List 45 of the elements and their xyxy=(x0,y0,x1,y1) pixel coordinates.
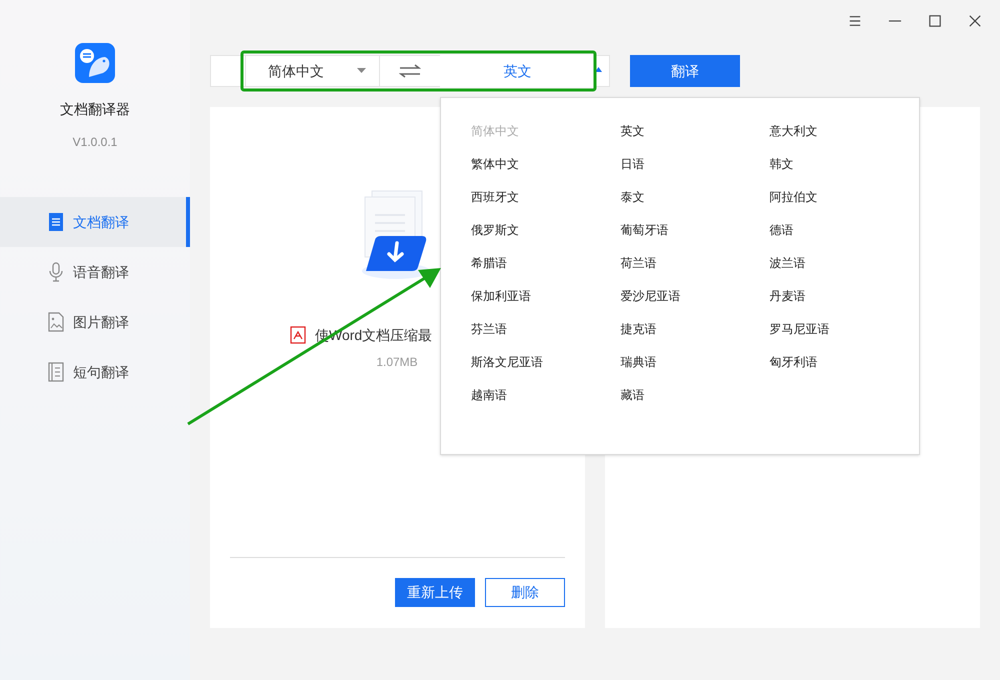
language-option[interactable]: 越南语 xyxy=(471,386,507,404)
text-page-icon xyxy=(47,362,65,382)
language-option[interactable]: 爱沙尼亚语 xyxy=(620,287,680,305)
swap-icon[interactable] xyxy=(399,64,421,78)
sidebar-item[interactable]: 图片翻译 xyxy=(0,297,190,347)
language-option[interactable]: 泰文 xyxy=(620,188,644,206)
language-option[interactable]: 匈牙利语 xyxy=(770,353,818,371)
language-option[interactable]: 丹麦语 xyxy=(770,287,806,305)
app-name: 文档翻译器 xyxy=(60,100,130,119)
language-option[interactable]: 罗马尼亚语 xyxy=(770,320,830,338)
language-option[interactable]: 希腊语 xyxy=(471,254,507,272)
sidebar-item[interactable]: 短句翻译 xyxy=(0,347,190,397)
language-option[interactable]: 捷克语 xyxy=(620,320,656,338)
language-option[interactable]: 藏语 xyxy=(620,386,644,404)
language-option[interactable]: 芬兰语 xyxy=(471,320,507,338)
language-option[interactable]: 阿拉伯文 xyxy=(770,188,818,206)
language-option[interactable]: 荷兰语 xyxy=(620,254,656,272)
image-icon xyxy=(47,312,65,332)
file-size: 1.07MB xyxy=(376,354,418,371)
language-option[interactable]: 英文 xyxy=(620,122,644,140)
language-option[interactable]: 保加利亚语 xyxy=(471,287,531,305)
translate-button[interactable]: 翻译 xyxy=(630,55,740,87)
sidebar-item[interactable]: 文档翻译 xyxy=(0,197,190,247)
reupload-button[interactable]: 重新上传 xyxy=(395,578,475,607)
language-option[interactable]: 俄罗斯文 xyxy=(471,221,519,239)
source-language-select[interactable]: 简体中文 xyxy=(245,55,380,87)
language-option[interactable]: 韩文 xyxy=(770,155,794,173)
delete-button[interactable]: 删除 xyxy=(485,578,565,607)
language-option[interactable]: 德语 xyxy=(770,221,794,239)
caret-icon xyxy=(357,68,366,73)
language-option[interactable]: 日语 xyxy=(620,155,644,173)
language-option[interactable]: 葡萄牙语 xyxy=(620,221,668,239)
pdf-file-icon xyxy=(290,326,306,344)
language-option[interactable]: 意大利文 xyxy=(770,122,818,140)
microphone-icon xyxy=(47,262,65,282)
parrot-logo-icon xyxy=(75,43,115,83)
language-option[interactable]: 波兰语 xyxy=(770,254,806,272)
app-version: V1.0.0.1 xyxy=(72,134,118,151)
language-option[interactable]: 繁体中文 xyxy=(471,155,519,173)
document-icon xyxy=(47,212,65,232)
target-language-select[interactable]: 英文 xyxy=(440,55,595,87)
sidebar-item[interactable]: 语音翻译 xyxy=(0,247,190,297)
language-option[interactable]: 瑞典语 xyxy=(620,353,656,371)
language-option[interactable]: 西班牙文 xyxy=(471,188,519,206)
language-option[interactable]: 斯洛文尼亚语 xyxy=(471,353,543,371)
